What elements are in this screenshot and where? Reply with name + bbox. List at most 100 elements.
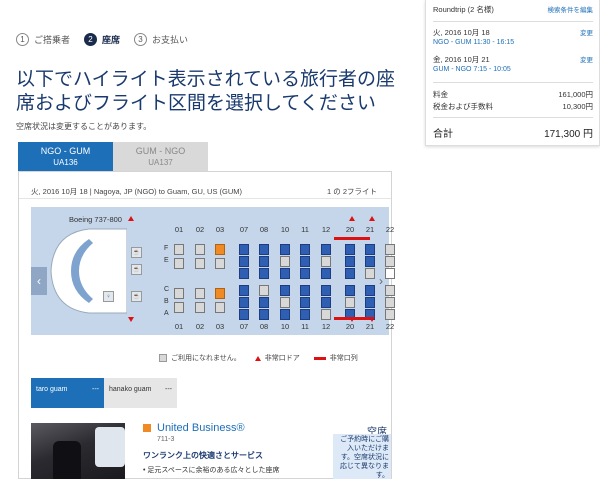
step-label: 座席	[102, 35, 121, 45]
seat-11b[interactable]	[300, 297, 310, 308]
column-number: 10	[280, 225, 290, 234]
seat-10a[interactable]	[280, 309, 290, 320]
seat-07a[interactable]	[239, 309, 249, 320]
seat-08b[interactable]	[259, 297, 269, 308]
galley-icon: ☕	[131, 247, 142, 258]
seat-10c[interactable]	[280, 285, 290, 296]
seat-11f[interactable]	[300, 244, 310, 255]
step-payment[interactable]: 3 お支払い	[134, 33, 188, 46]
trip-summary: Roundtrip (2 名様) 検索条件を編集 火, 2016 10月 18 …	[425, 0, 600, 146]
step-seats[interactable]: 2 座席	[84, 33, 120, 46]
flight-count: 1 の 2フライト	[326, 187, 377, 196]
tab-flight-ngo-gum[interactable]: NGO - GUM UA136	[18, 142, 113, 171]
seat-22e	[385, 256, 395, 267]
lavatory-icon: ♀	[103, 291, 114, 302]
column-number: 03	[215, 322, 225, 331]
seat-21b[interactable]	[365, 297, 375, 308]
seat-12c[interactable]	[321, 285, 331, 296]
flight-info: 火, 2016 10月 18 | Nagoya, JP (NGO) to Gua…	[31, 187, 243, 196]
seat-20e[interactable]	[345, 256, 355, 267]
leg-2-route: GUM - NGO 7:15 - 10:05	[433, 66, 511, 73]
seat-03f	[215, 244, 225, 255]
seat-01b	[174, 302, 184, 313]
tax-label: 税金および手数料	[433, 102, 493, 111]
seat-22f	[385, 244, 395, 255]
unavailable-swatch	[159, 354, 167, 362]
seat-10f[interactable]	[280, 244, 290, 255]
seat-22d	[385, 268, 395, 279]
seat-10d[interactable]	[280, 268, 290, 279]
seat-07e[interactable]	[239, 256, 249, 267]
seat-12f[interactable]	[321, 244, 331, 255]
step-travelers[interactable]: 1 ご搭乗者	[16, 33, 70, 46]
seat-02c	[195, 288, 205, 299]
seat-21e[interactable]	[365, 256, 375, 267]
fare-row: 料金 161,000円	[433, 89, 593, 100]
total-label: 合計	[433, 129, 453, 140]
column-number: 02	[195, 225, 205, 234]
seat-01e	[174, 258, 184, 269]
seat-11e[interactable]	[300, 256, 310, 267]
seat-07b[interactable]	[239, 297, 249, 308]
exit-row-marker	[334, 317, 370, 320]
seat-12d[interactable]	[321, 268, 331, 279]
seat-12e	[321, 256, 331, 267]
column-number: 12	[321, 322, 331, 331]
exit-door-icon	[128, 216, 134, 221]
seat-20d[interactable]	[345, 268, 355, 279]
tax-row: 税金および手数料 10,300円	[433, 101, 593, 112]
seat-11a[interactable]	[300, 309, 310, 320]
column-number: 22	[385, 322, 395, 331]
seat-08d[interactable]	[259, 268, 269, 279]
leg-date: 金, 2016 10月 21	[433, 55, 490, 64]
seat-08e[interactable]	[259, 256, 269, 267]
change-leg-2-link[interactable]: 変更	[580, 54, 593, 65]
leg-2-date: 金, 2016 10月 21 変更	[433, 54, 593, 65]
legend-label: 非常口列	[329, 355, 358, 362]
galley-icon: ☕	[131, 291, 142, 302]
seat-21c[interactable]	[365, 285, 375, 296]
column-number: 01	[174, 225, 184, 234]
seat-20b	[345, 297, 355, 308]
column-number: 20	[345, 322, 355, 331]
seat-08f[interactable]	[259, 244, 269, 255]
seat-21f[interactable]	[365, 244, 375, 255]
seat-legend: ご利用になれません。 非常口ドア 非常口列	[159, 353, 358, 363]
seat-11c[interactable]	[300, 285, 310, 296]
traveler-tab-hanako[interactable]: hanako guam ---	[104, 378, 177, 408]
seat-20f[interactable]	[345, 244, 355, 255]
cabin-seat	[53, 441, 81, 479]
seat-11d[interactable]	[300, 268, 310, 279]
column-number: 12	[321, 225, 331, 234]
seat-03b	[215, 302, 225, 313]
step-number: 3	[134, 33, 148, 46]
exit-door-icon	[254, 355, 261, 361]
cabin-window	[95, 427, 125, 467]
column-number: 02	[195, 322, 205, 331]
seat-07c[interactable]	[239, 285, 249, 296]
column-number: 21	[365, 225, 375, 234]
seat-20c[interactable]	[345, 285, 355, 296]
tab-flight-gum-ngo[interactable]: GUM - NGO UA137	[113, 142, 208, 171]
exit-door-icon	[349, 216, 355, 221]
aircraft-nose	[50, 228, 127, 314]
traveler-tab-taro[interactable]: taro guam ---	[31, 378, 104, 408]
leg-date: 火, 2016 10月 18	[433, 28, 490, 37]
column-number: 10	[280, 322, 290, 331]
cabin-name: United Business®	[157, 422, 245, 434]
seat-12b[interactable]	[321, 297, 331, 308]
tab-flight-number: UA137	[148, 158, 173, 167]
seat-07f[interactable]	[239, 244, 249, 255]
chevron-left-icon[interactable]: ‹	[31, 267, 47, 295]
seat-02b	[195, 302, 205, 313]
seat-08a[interactable]	[259, 309, 269, 320]
seat-08c	[259, 285, 269, 296]
column-number: 03	[215, 225, 225, 234]
step-number: 1	[16, 33, 29, 46]
page-title: 以下でハイライト表示されている旅行者の座席およびフライト区間を選択してください	[16, 69, 396, 114]
exit-door-icon	[369, 216, 375, 221]
edit-search-link[interactable]: 検索条件を編集	[548, 4, 594, 15]
tab-route: GUM - NGO	[135, 146, 186, 156]
seat-07d[interactable]	[239, 268, 249, 279]
change-leg-1-link[interactable]: 変更	[580, 27, 593, 38]
